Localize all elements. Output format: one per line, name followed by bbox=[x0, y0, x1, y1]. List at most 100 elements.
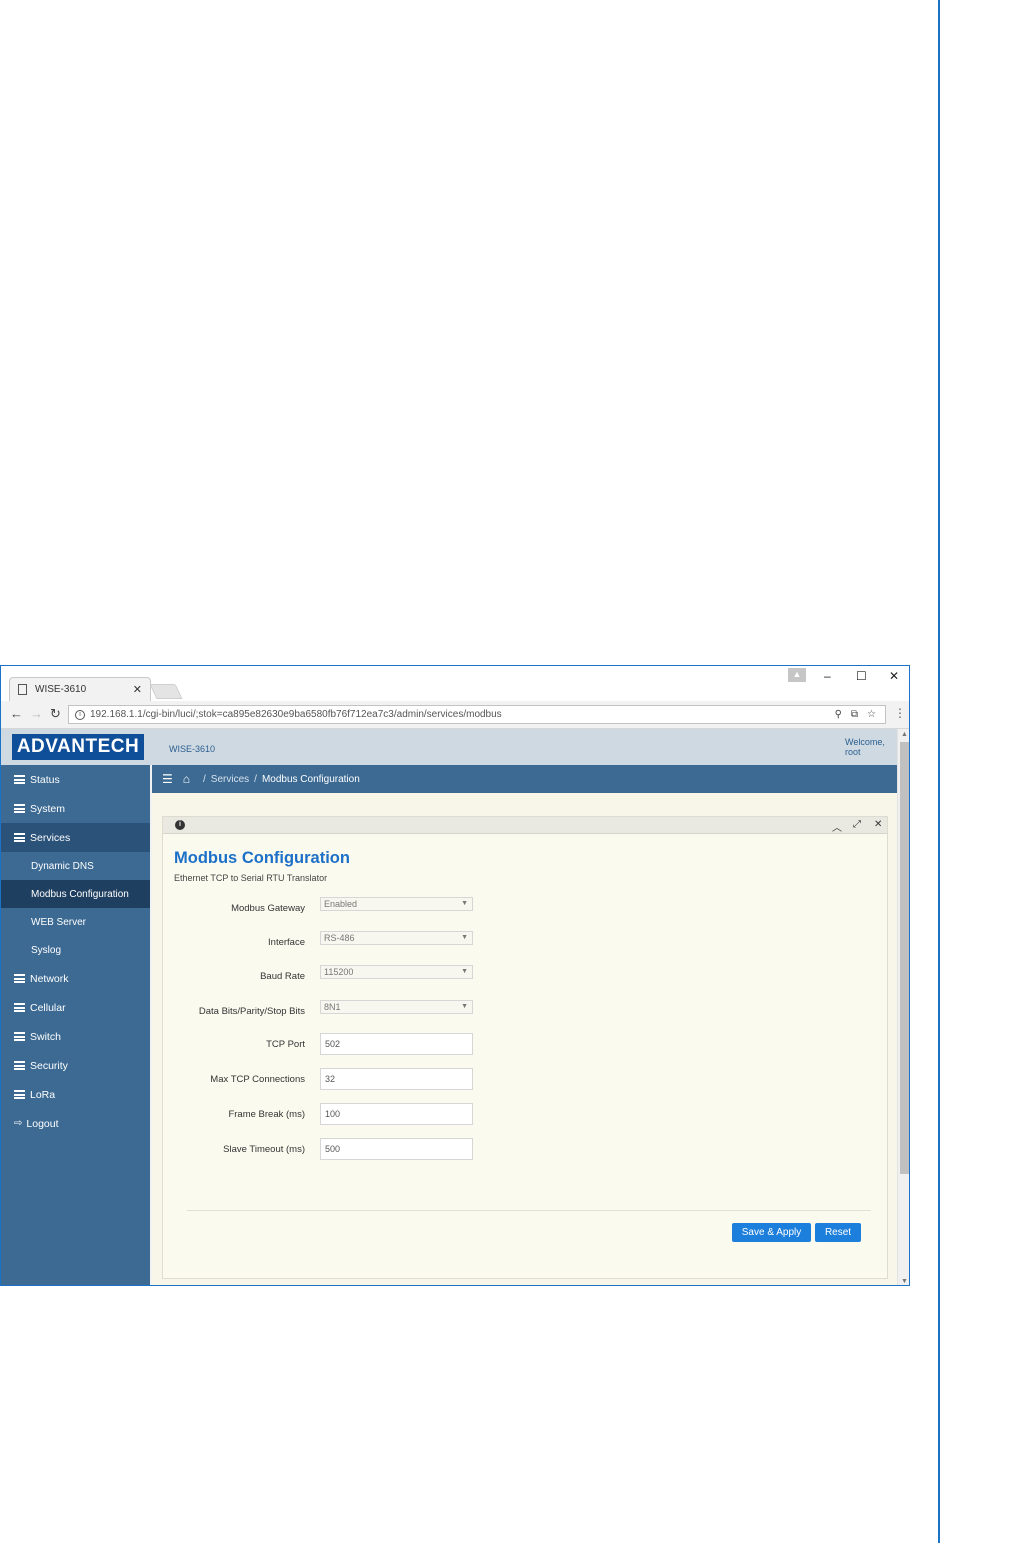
translate-icon[interactable]: ⧉ bbox=[851, 709, 858, 720]
scroll-up-icon[interactable]: ▲ bbox=[901, 731, 908, 738]
maximize-icon[interactable]: ☐ bbox=[856, 669, 867, 683]
sidebar-item-status[interactable]: Status bbox=[1, 765, 150, 794]
browser-menu-icon[interactable]: ⋮ bbox=[894, 706, 906, 720]
modbus-gateway-select[interactable]: Enabled ▼ bbox=[320, 897, 473, 911]
sidebar-subitem-modbus-configuration[interactable]: Modbus Configuration bbox=[1, 880, 150, 908]
sidebar-item-security[interactable]: Security bbox=[1, 1051, 150, 1080]
sidebar-subitem-label: Dynamic DNS bbox=[31, 860, 94, 872]
hamburger-menu-icon[interactable]: ☰ bbox=[162, 772, 173, 786]
document-icon bbox=[18, 684, 27, 695]
sidebar-item-label: Status bbox=[30, 773, 60, 786]
key-icon[interactable]: ⚲ bbox=[835, 709, 842, 720]
dropdown-caret-icon: ▼ bbox=[461, 900, 468, 907]
fullscreen-icon[interactable]: ⤢ bbox=[853, 819, 861, 830]
baud-rate-label: Baud Rate bbox=[260, 971, 305, 982]
home-icon[interactable]: ⌂ bbox=[183, 772, 190, 786]
sidebar-item-label: LoRa bbox=[30, 1088, 56, 1101]
info-icon[interactable]: i bbox=[175, 820, 185, 830]
list-icon bbox=[14, 804, 25, 813]
site-info-icon[interactable]: i bbox=[75, 709, 85, 720]
tcp-port-label: TCP Port bbox=[266, 1039, 305, 1050]
bookmark-star-icon[interactable]: ☆ bbox=[867, 709, 876, 720]
max-tcp-input[interactable]: 32 bbox=[320, 1068, 473, 1090]
list-icon bbox=[14, 1003, 25, 1012]
breadcrumb-separator: / bbox=[254, 773, 257, 785]
sidebar-item-lora[interactable]: LoRa bbox=[1, 1080, 150, 1109]
dropdown-caret-icon: ▼ bbox=[461, 934, 468, 941]
sidebar-item-label: Switch bbox=[30, 1030, 61, 1043]
reset-button[interactable]: Reset bbox=[815, 1223, 861, 1242]
interface-select[interactable]: RS-486 ▼ bbox=[320, 931, 473, 945]
baud-rate-value: 115200 bbox=[324, 967, 354, 977]
collapse-icon[interactable]: ︿ bbox=[832, 819, 842, 834]
modbus-gateway-value: Enabled bbox=[324, 899, 358, 909]
baud-rate-select[interactable]: 115200 ▼ bbox=[320, 965, 473, 979]
browser-tab[interactable]: WISE-3610 ✕ bbox=[9, 677, 151, 701]
sidebar-item-label: Security bbox=[30, 1059, 68, 1072]
interface-label: Interface bbox=[268, 937, 305, 948]
scroll-down-icon[interactable]: ▼ bbox=[901, 1278, 908, 1285]
frame-break-input[interactable]: 100 bbox=[320, 1103, 473, 1125]
breadcrumb: ☰ ⌂ / Services / Modbus Configuration bbox=[152, 765, 897, 793]
minimize-icon[interactable]: – bbox=[824, 669, 831, 683]
breadcrumb-services[interactable]: Services bbox=[211, 774, 249, 785]
sidebar-subitem-label: Syslog bbox=[31, 944, 62, 956]
logout-icon: ⇨ bbox=[14, 1118, 23, 1129]
dropdown-caret-icon: ▼ bbox=[461, 968, 468, 975]
slave-timeout-input[interactable]: 500 bbox=[320, 1138, 473, 1160]
tcp-port-row: TCP Port 502 bbox=[163, 1033, 887, 1055]
welcome-user: Welcome, root bbox=[845, 737, 885, 757]
list-icon bbox=[14, 1061, 25, 1070]
scrollbar-thumb[interactable] bbox=[900, 742, 909, 1174]
slave-timeout-label: Slave Timeout (ms) bbox=[223, 1144, 305, 1155]
sidebar-item-cellular[interactable]: Cellular bbox=[1, 993, 150, 1022]
sidebar-item-logout[interactable]: ⇨ Logout bbox=[1, 1109, 150, 1138]
tcp-port-input[interactable]: 502 bbox=[320, 1033, 473, 1055]
sidebar-subitem-dynamic-dns[interactable]: Dynamic DNS bbox=[1, 852, 150, 880]
close-tab-icon[interactable]: ✕ bbox=[133, 683, 142, 696]
data-bits-value: 8N1 bbox=[324, 1002, 341, 1012]
modbus-gateway-row: Modbus Gateway Enabled ▼ bbox=[163, 897, 887, 919]
baud-rate-row: Baud Rate 115200 ▼ bbox=[163, 965, 887, 987]
sidebar-subitem-syslog[interactable]: Syslog bbox=[1, 936, 150, 964]
dropdown-caret-icon: ▼ bbox=[461, 1003, 468, 1010]
sidebar-item-system[interactable]: System bbox=[1, 794, 150, 823]
data-bits-row: Data Bits/Parity/Stop Bits 8N1 ▼ bbox=[163, 1000, 887, 1022]
reload-icon[interactable]: ↻ bbox=[50, 706, 61, 722]
sidebar-item-services[interactable]: Services bbox=[1, 823, 150, 852]
page-subtitle: Ethernet TCP to Serial RTU Translator bbox=[174, 873, 328, 883]
user-profile-icon[interactable]: ▲ bbox=[788, 668, 806, 682]
close-window-icon[interactable]: ✕ bbox=[889, 669, 899, 683]
new-tab-button[interactable] bbox=[149, 684, 183, 699]
slave-timeout-row: Slave Timeout (ms) 500 bbox=[163, 1138, 887, 1160]
advantech-logo: ADVANTECH bbox=[12, 734, 144, 760]
sidebar-subitem-web-server[interactable]: WEB Server bbox=[1, 908, 150, 936]
sidebar-item-switch[interactable]: Switch bbox=[1, 1022, 150, 1051]
address-bar: ← → ↻ i 192.168.1.1/cgi-bin/luci/;stok=c… bbox=[1, 701, 909, 729]
list-icon bbox=[14, 974, 25, 983]
username: root bbox=[845, 747, 861, 757]
sidebar: Status System Services Dynamic DNS Modbu… bbox=[1, 765, 150, 1285]
sidebar-subitem-label: Modbus Configuration bbox=[31, 888, 129, 900]
page-scrollbar[interactable]: ▲ ▼ bbox=[897, 729, 909, 1285]
device-name: WISE-3610 bbox=[169, 744, 216, 754]
tab-title: WISE-3610 bbox=[35, 684, 87, 695]
list-icon bbox=[14, 1032, 25, 1041]
browser-titlebar: WISE-3610 ✕ ▲ – ☐ ✕ bbox=[1, 666, 909, 701]
forward-arrow-icon[interactable]: → bbox=[30, 706, 43, 721]
sidebar-item-label: Network bbox=[30, 972, 69, 985]
data-bits-select[interactable]: 8N1 ▼ bbox=[320, 1000, 473, 1014]
interface-row: Interface RS-486 ▼ bbox=[163, 931, 887, 953]
breadcrumb-current: Modbus Configuration bbox=[261, 773, 360, 785]
welcome-text: Welcome, bbox=[845, 737, 885, 747]
sidebar-item-network[interactable]: Network bbox=[1, 964, 150, 993]
back-arrow-icon[interactable]: ← bbox=[10, 706, 23, 721]
save-apply-button[interactable]: Save & Apply bbox=[732, 1223, 811, 1242]
page-margin-rule bbox=[938, 0, 940, 1543]
modbus-panel: i ︿ ⤢ ✕ Modbus Configuration Ethernet TC… bbox=[162, 816, 888, 1279]
max-tcp-label: Max TCP Connections bbox=[210, 1074, 305, 1085]
close-panel-icon[interactable]: ✕ bbox=[874, 819, 882, 830]
page-title: Modbus Configuration bbox=[174, 849, 350, 867]
url-input[interactable]: i 192.168.1.1/cgi-bin/luci/;stok=ca895e8… bbox=[68, 705, 886, 724]
list-icon bbox=[14, 775, 25, 784]
